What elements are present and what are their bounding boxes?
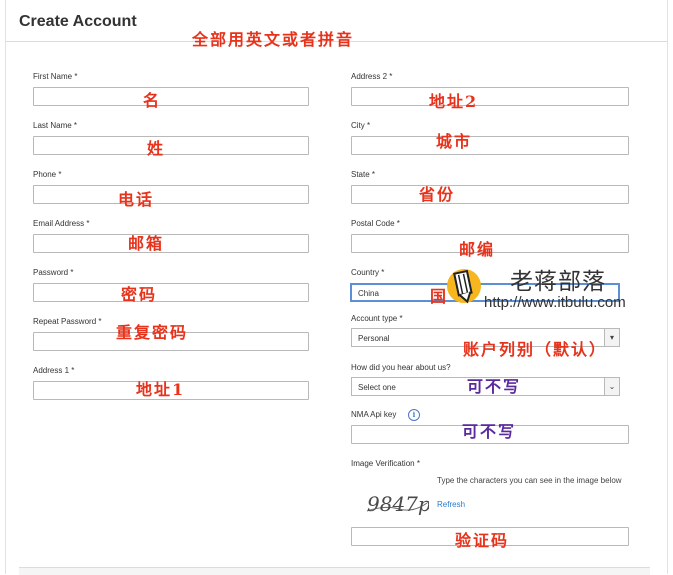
account-type-label: Account type * <box>351 314 403 323</box>
info-icon[interactable]: i <box>408 409 420 421</box>
hear-about-label: How did you hear about us? <box>351 363 451 372</box>
phone-input[interactable] <box>33 185 309 204</box>
annotation-address2: 地址2 <box>429 92 479 111</box>
refresh-link[interactable]: Refresh <box>437 500 465 509</box>
captcha-help-text: Type the characters you can see in the i… <box>437 476 622 485</box>
password-input[interactable] <box>33 283 309 302</box>
state-input[interactable] <box>351 185 629 204</box>
watermark-title: 老蒋部落 <box>510 269 606 295</box>
annotation-phone: 电话 <box>118 190 155 209</box>
annotation-address1: 地址1 <box>136 380 186 399</box>
annotation-state: 省份 <box>419 185 456 204</box>
country-label: Country * <box>351 268 385 277</box>
annotation-first-name: 名 <box>143 91 162 110</box>
state-label: State * <box>351 170 376 179</box>
page-title: Create Account <box>19 13 137 30</box>
annotation-hear: 可不写 <box>467 377 522 396</box>
annotation-account-type: 账户列别（默认） <box>463 340 608 359</box>
last-name-label: Last Name * <box>33 121 78 130</box>
captcha-text: 9847p <box>367 492 429 516</box>
annotation-last-name: 姓 <box>147 139 166 158</box>
city-input[interactable] <box>351 136 629 155</box>
pencil-logo-icon <box>447 269 481 304</box>
first-name-input[interactable] <box>33 87 309 106</box>
captcha-image: 9847p <box>366 492 429 516</box>
watermark-url: http://www.itbulu.com <box>484 294 626 311</box>
annotation-top: 全部用英文或者拼音 <box>192 30 355 49</box>
hear-about-value: Select one <box>358 383 396 392</box>
city-label: City * <box>351 121 371 130</box>
first-name-label: First Name * <box>33 72 78 81</box>
annotation-password: 密码 <box>121 285 158 304</box>
address2-label: Address 2 * <box>351 72 393 81</box>
phone-label: Phone * <box>33 170 62 179</box>
postal-code-label: Postal Code * <box>351 219 400 228</box>
annotation-api-key: 可不写 <box>462 422 517 441</box>
email-label: Email Address * <box>33 219 90 228</box>
annotation-captcha: 验证码 <box>455 531 510 550</box>
annotation-repeat-password: 重复密码 <box>116 323 189 342</box>
annotation-city: 城市 <box>436 132 473 151</box>
password-label: Password * <box>33 268 74 277</box>
account-type-value: Personal <box>358 334 390 343</box>
country-value: China <box>358 289 379 298</box>
last-name-input[interactable] <box>33 136 309 155</box>
repeat-password-label: Repeat Password * <box>33 317 102 326</box>
captcha-label: Image Verification * <box>351 459 420 468</box>
api-key-label: NMA Api key <box>351 410 397 419</box>
annotation-postal: 邮编 <box>459 240 496 259</box>
address1-label: Address 1 * <box>33 366 75 375</box>
annotation-email: 邮箱 <box>128 234 165 253</box>
address2-input[interactable] <box>351 87 629 106</box>
email-input[interactable] <box>33 234 309 253</box>
chevron-down-icon: ⌄ <box>604 378 619 395</box>
